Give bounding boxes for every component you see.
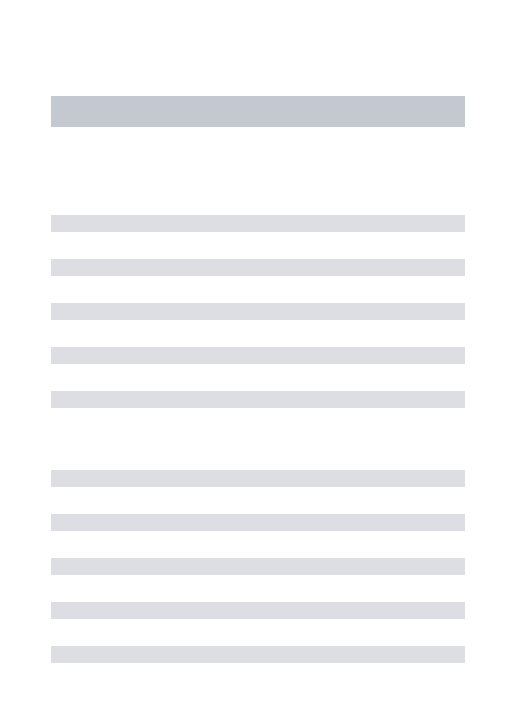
- text-line-placeholder: [51, 470, 465, 487]
- text-line-placeholder: [51, 391, 465, 408]
- text-line-placeholder: [51, 558, 465, 575]
- text-line-placeholder: [51, 259, 465, 276]
- text-line-placeholder: [51, 347, 465, 364]
- text-line-placeholder: [51, 514, 465, 531]
- text-line-placeholder: [51, 303, 465, 320]
- text-line-placeholder: [51, 602, 465, 619]
- text-line-placeholder: [51, 215, 465, 232]
- page-skeleton: [0, 0, 516, 663]
- title-placeholder: [51, 96, 465, 127]
- text-line-placeholder: [51, 646, 465, 663]
